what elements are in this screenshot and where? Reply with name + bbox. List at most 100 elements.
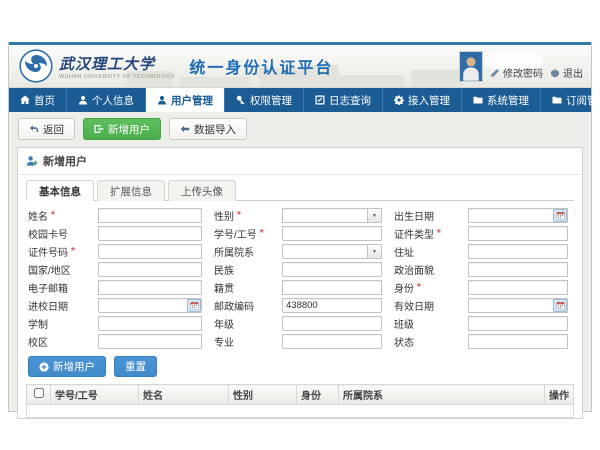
person-icon (157, 95, 167, 105)
country-region-input[interactable] (98, 262, 202, 277)
field-label-text: 籍贯 (214, 280, 234, 295)
tab-upload-avatar[interactable]: 上传头像 (168, 180, 236, 201)
brand: 武汉理工大学 WUHAN UNIVERSITY OF TECHNOLOGY 统一… (19, 49, 333, 83)
nav-item-log-query[interactable]: 日志查询 (304, 88, 383, 112)
tab-extended-info[interactable]: 扩展信息 (97, 180, 165, 201)
nav-item-subscription-management[interactable]: 订阅管理 (541, 88, 600, 112)
field-label-text: 姓名 (28, 208, 48, 223)
field-political-status (468, 262, 568, 277)
select-all-checkbox[interactable] (34, 388, 44, 398)
postal-code-input[interactable] (282, 298, 382, 313)
id-type-input[interactable] (468, 226, 568, 241)
empty-table-row (27, 405, 574, 418)
field-label-campus: 校区 (28, 334, 86, 349)
calendar-icon[interactable] (553, 299, 567, 312)
field-label-birth-date: 出生日期 (394, 208, 456, 223)
calendar-icon[interactable] (553, 209, 567, 222)
campus-card-no-input[interactable] (98, 226, 202, 241)
field-label-campus-card-no: 校园卡号 (28, 226, 86, 241)
change-password-label: 修改密码 (503, 65, 543, 80)
field-status (468, 334, 568, 349)
data-import-button-label: 数据导入 (194, 122, 236, 137)
schooling-length-input[interactable] (98, 316, 202, 331)
email-input[interactable] (98, 280, 202, 295)
field-id-type (468, 226, 568, 241)
dropdown-arrow-icon[interactable]: ▼ (367, 245, 381, 258)
nav-item-label: 系统管理 (487, 93, 529, 108)
university-name-cn: 武汉理工大学 (59, 53, 175, 74)
name-input[interactable] (98, 208, 202, 223)
grade-input[interactable] (282, 316, 382, 331)
nav-item-label: 日志查询 (329, 93, 371, 108)
field-label-text: 状态 (394, 334, 414, 349)
address-input[interactable] (468, 244, 568, 259)
field-label-text: 身份 (394, 280, 414, 295)
nav-item-label: 用户管理 (171, 93, 213, 108)
field-label-text: 有效日期 (394, 298, 434, 313)
field-email (98, 280, 202, 295)
field-grade (282, 316, 382, 331)
field-address (468, 244, 568, 259)
field-label-political-status: 政治面貌 (394, 262, 456, 277)
new-user-panel: 新增用户 基本信息扩展信息上传头像 姓名*性别*▼出生日期校园卡号学号/工号*证… (17, 147, 583, 419)
field-label-text: 学号/工号 (214, 226, 257, 241)
student-id-input[interactable] (282, 226, 382, 241)
ethnicity-input[interactable] (282, 262, 382, 277)
field-label-text: 性别 (214, 208, 234, 223)
data-import-button[interactable]: 数据导入 (169, 118, 247, 140)
field-label-id-type: 证件类型* (394, 226, 456, 241)
home-icon (20, 95, 30, 105)
political-status-input[interactable] (468, 262, 568, 277)
field-gender: ▼ (282, 208, 382, 223)
field-student-id (282, 226, 382, 241)
nav-item-permission-management[interactable]: 权限管理 (225, 88, 304, 112)
tab-basic-info[interactable]: 基本信息 (26, 180, 94, 201)
status-input[interactable] (468, 334, 568, 349)
back-button-label: 返回 (43, 122, 64, 137)
campus-input[interactable] (98, 334, 202, 349)
user-table-header-row: 学号/工号姓名性别身份所属院系操作 (27, 385, 574, 405)
field-label-text: 班级 (394, 316, 414, 331)
plus-circle-icon (39, 362, 49, 372)
id-number-input[interactable] (98, 244, 202, 259)
field-label-text: 年级 (214, 316, 234, 331)
field-label-postal-code: 邮政编码 (214, 298, 270, 313)
main-nav: 首页个人信息用户管理权限管理日志查询接入管理系统管理订阅管理 (9, 88, 591, 112)
back-button[interactable]: 返回 (18, 118, 75, 140)
header-user-area: 修改密码 退出 (459, 51, 583, 82)
table-header-cell: 身份 (297, 385, 339, 405)
user-avatar (459, 51, 483, 82)
field-label-major: 专业 (214, 334, 270, 349)
logout-link[interactable]: 退出 (550, 65, 583, 82)
field-label-schooling-length: 学制 (28, 316, 86, 331)
field-label-student-id: 学号/工号* (214, 226, 270, 241)
user-table: 学号/工号姓名性别身份所属院系操作 (26, 384, 574, 418)
field-label-admission-date: 进校日期 (28, 298, 86, 313)
field-native-place (282, 280, 382, 295)
reset-button[interactable]: 重置 (114, 356, 157, 377)
nav-item-user-management[interactable]: 用户管理 (146, 88, 225, 112)
native-place-input[interactable] (282, 280, 382, 295)
nav-item-system-management[interactable]: 系统管理 (462, 88, 541, 112)
field-label-text: 专业 (214, 334, 234, 349)
add-user-button[interactable]: 新增用户 (83, 118, 161, 140)
dropdown-arrow-icon[interactable]: ▼ (367, 209, 381, 222)
field-valid-date (468, 298, 568, 313)
app-window: 武汉理工大学 WUHAN UNIVERSITY OF TECHNOLOGY 统一… (8, 42, 592, 412)
person-plus-icon (26, 155, 38, 167)
table-header-cell: 姓名 (139, 385, 229, 405)
nav-item-personal-info[interactable]: 个人信息 (67, 88, 146, 112)
nav-item-access-management[interactable]: 接入管理 (383, 88, 462, 112)
major-input[interactable] (282, 334, 382, 349)
submit-add-user-button[interactable]: 新增用户 (28, 356, 106, 377)
class-input[interactable] (468, 316, 568, 331)
change-password-link[interactable]: 修改密码 (490, 65, 543, 82)
app-header: 武汉理工大学 WUHAN UNIVERSITY OF TECHNOLOGY 统一… (9, 45, 591, 88)
field-label-text: 进校日期 (28, 298, 68, 313)
nav-item-label: 个人信息 (92, 93, 134, 108)
identity-input[interactable] (468, 280, 568, 295)
field-label-valid-date: 有效日期 (394, 298, 456, 313)
reset-button-label: 重置 (125, 359, 146, 374)
calendar-icon[interactable] (187, 299, 201, 312)
nav-item-home[interactable]: 首页 (9, 88, 67, 112)
